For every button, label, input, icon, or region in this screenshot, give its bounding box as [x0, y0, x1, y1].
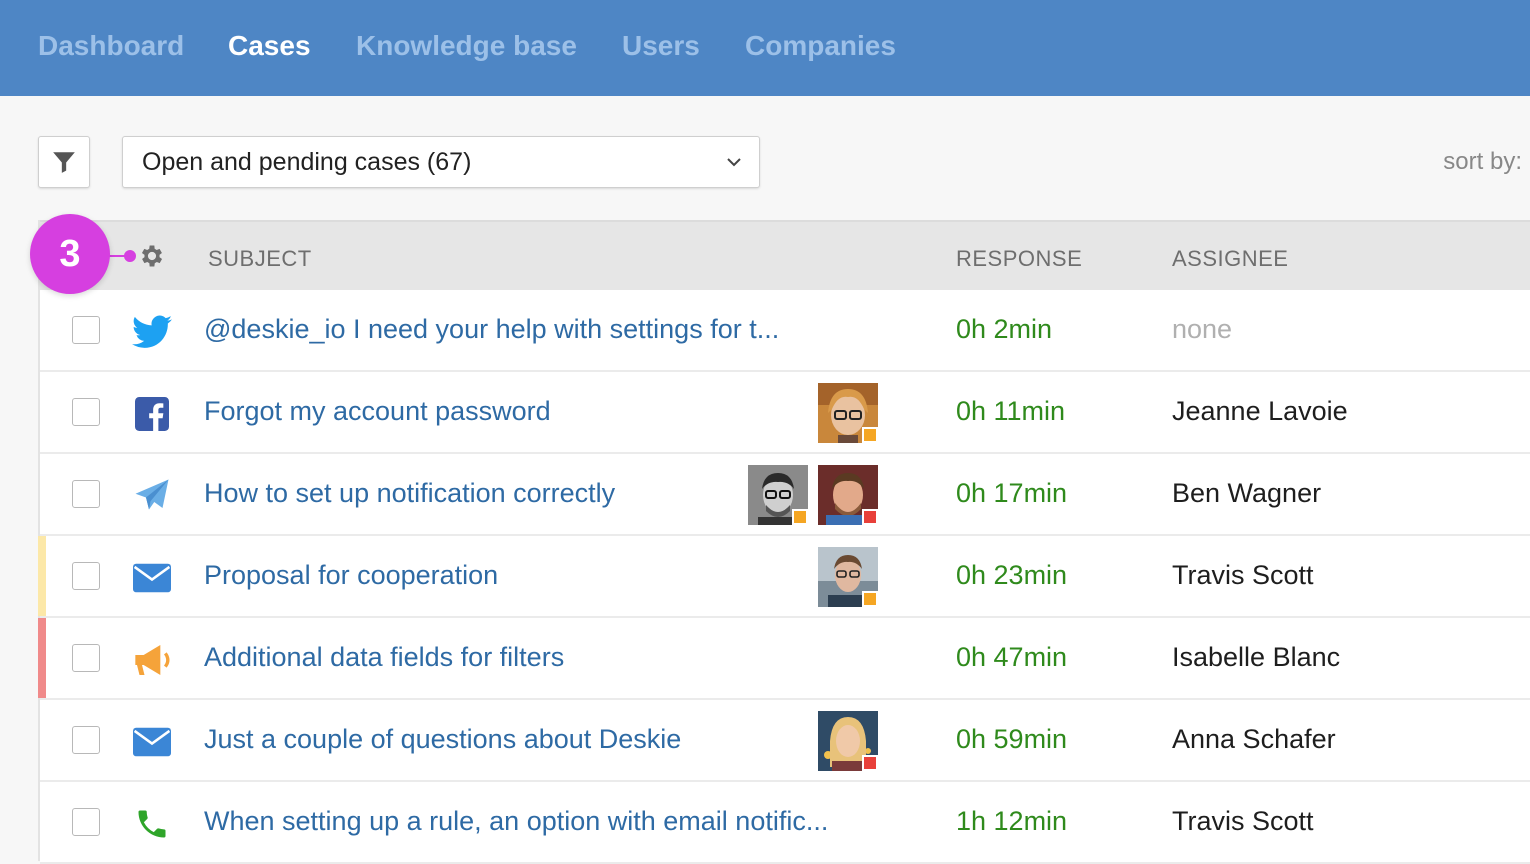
cases-table: SUBJECT RESPONSE ASSIGNEE @deskie_io I n… [38, 220, 1530, 864]
case-subject-link[interactable]: When setting up a rule, an option with e… [204, 806, 828, 837]
table-row[interactable]: Proposal for cooperation 0h 23min Travis… [38, 536, 1530, 618]
column-header-subject[interactable]: SUBJECT [208, 246, 312, 272]
case-subject-link[interactable]: Just a couple of questions about Deskie [204, 724, 681, 755]
avatar [818, 547, 878, 607]
row-checkbox[interactable] [72, 808, 100, 836]
table-header: SUBJECT RESPONSE ASSIGNEE [40, 220, 1530, 290]
status-indicator [862, 591, 878, 607]
assignee-name: Travis Scott [1172, 560, 1314, 590]
table-row[interactable]: Forgot my account password 0h 11min Jean… [40, 372, 1530, 454]
table-row[interactable]: Additional data fields for filters 0h 47… [38, 618, 1530, 700]
assignee-name: Isabelle Blanc [1172, 642, 1341, 672]
response-time: 0h 17min [956, 478, 1068, 508]
nav-companies[interactable]: Companies [745, 30, 896, 62]
status-indicator [862, 755, 878, 771]
row-checkbox[interactable] [72, 644, 100, 672]
case-subject-link[interactable]: Forgot my account password [204, 396, 551, 427]
response-time: 0h 11min [956, 396, 1066, 426]
response-time: 0h 23min [956, 560, 1068, 590]
megaphone-icon [132, 640, 172, 680]
envelope-icon [132, 558, 172, 598]
row-checkbox[interactable] [72, 316, 100, 344]
priority-stripe [38, 536, 46, 616]
table-row[interactable]: How to set up notification correctly 0h … [40, 454, 1530, 536]
table-row[interactable]: @deskie_io I need your help with setting… [40, 290, 1530, 372]
response-time: 1h 12min [956, 806, 1068, 836]
tutorial-step-badge: 3 [30, 214, 110, 294]
gear-icon[interactable] [138, 242, 166, 270]
nav-knowledge-base[interactable]: Knowledge base [356, 30, 577, 62]
case-filter-value: Open and pending cases (67) [142, 148, 472, 176]
avatar [818, 383, 878, 443]
callout-pointer [124, 250, 136, 262]
phone-icon [132, 804, 172, 844]
twitter-icon [132, 312, 172, 352]
status-indicator [792, 509, 808, 525]
envelope-icon [132, 722, 172, 762]
assignee-name: Anna Schafer [1172, 724, 1336, 754]
chevron-down-icon [727, 158, 741, 167]
sort-by-label[interactable]: sort by: [1443, 148, 1522, 176]
table-row[interactable]: Just a couple of questions about Deskie … [40, 700, 1530, 782]
case-subject-link[interactable]: Additional data fields for filters [204, 642, 564, 673]
column-header-assignee[interactable]: ASSIGNEE [1172, 246, 1288, 272]
avatar [818, 711, 878, 771]
facebook-icon [132, 394, 172, 434]
nav-users[interactable]: Users [622, 30, 700, 62]
row-checkbox[interactable] [72, 480, 100, 508]
response-time: 0h 2min [956, 314, 1053, 344]
assignee-name: Ben Wagner [1172, 478, 1322, 508]
response-time: 0h 47min [956, 642, 1068, 672]
avatar [748, 465, 808, 525]
case-filter-select[interactable]: Open and pending cases (67) [122, 136, 760, 188]
column-header-response[interactable]: RESPONSE [956, 246, 1082, 272]
response-time: 0h 59min [956, 724, 1068, 754]
filter-button[interactable] [38, 136, 90, 188]
row-checkbox[interactable] [72, 398, 100, 426]
assignee-name: Jeanne Lavoie [1172, 396, 1348, 426]
paper-plane-icon [132, 476, 172, 516]
row-checkbox[interactable] [72, 562, 100, 590]
table-row[interactable]: When setting up a rule, an option with e… [40, 782, 1530, 864]
case-subject-link[interactable]: @deskie_io I need your help with setting… [204, 314, 779, 345]
priority-stripe [38, 618, 46, 698]
status-indicator [862, 509, 878, 525]
row-checkbox[interactable] [72, 726, 100, 754]
status-indicator [862, 427, 878, 443]
case-subject-link[interactable]: How to set up notification correctly [204, 478, 615, 509]
avatar [818, 465, 878, 525]
top-navigation: Dashboard Cases Knowledge base Users Com… [0, 0, 1530, 96]
nav-dashboard[interactable]: Dashboard [38, 30, 184, 62]
nav-cases[interactable]: Cases [228, 30, 311, 62]
case-subject-link[interactable]: Proposal for cooperation [204, 560, 498, 591]
assignee-name: Travis Scott [1172, 806, 1314, 836]
filter-icon [53, 152, 75, 173]
assignee-name: none [1172, 314, 1233, 344]
